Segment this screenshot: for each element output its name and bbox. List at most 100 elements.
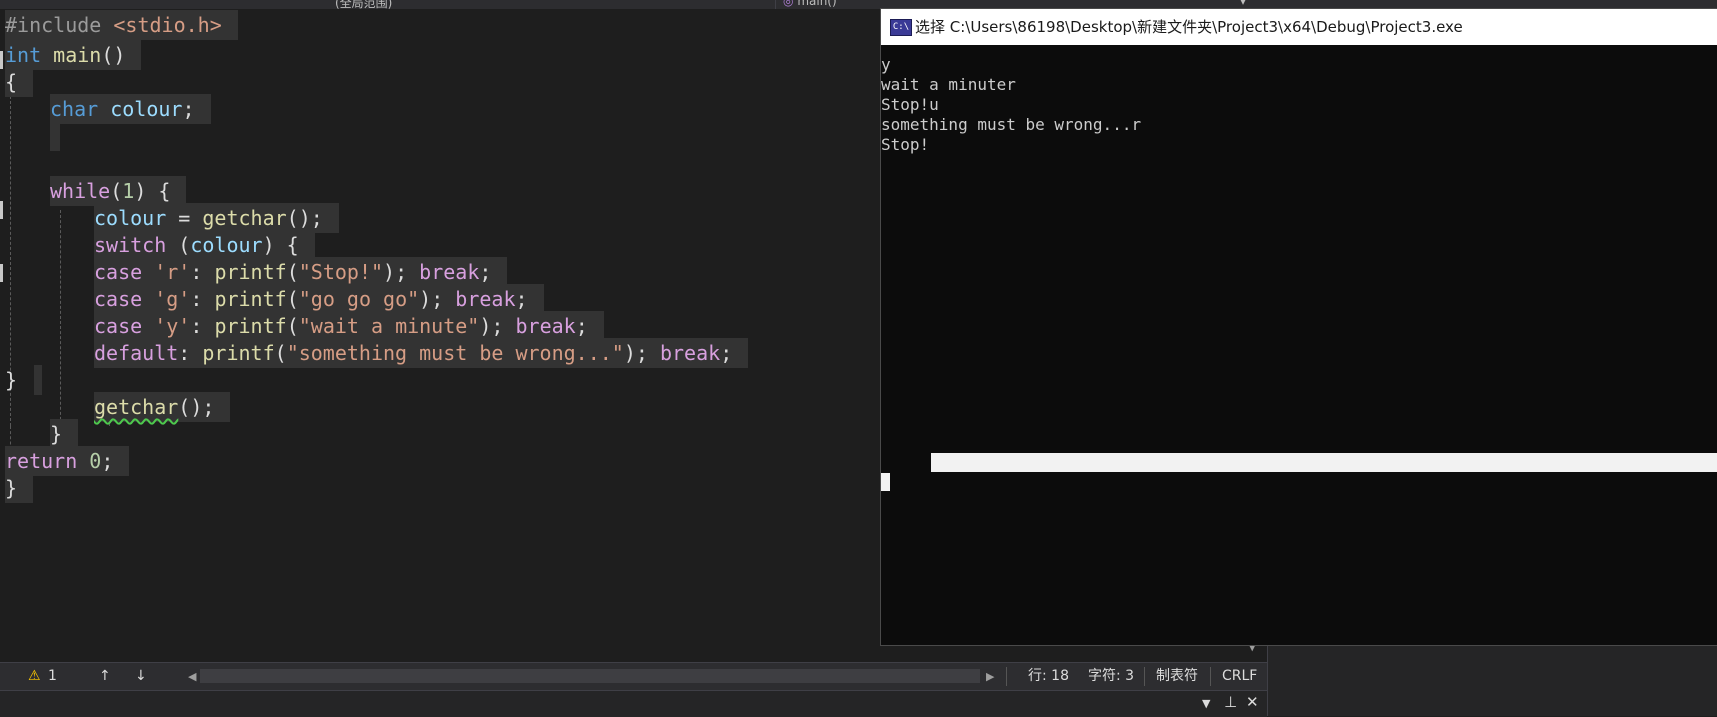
horizontal-scrollbar[interactable] [200, 669, 980, 683]
chevron-down-icon[interactable]: ▾ [1240, 0, 1246, 8]
code-token: ); [419, 287, 456, 311]
console-output-line: wait a minuter [881, 75, 1016, 94]
function-name: main [53, 43, 102, 67]
arrow-up-icon[interactable]: ↑ [99, 663, 111, 690]
code-token: : [190, 287, 215, 311]
keyword: return [5, 449, 78, 473]
code-token: = [166, 206, 203, 230]
console-title: 选择 C:\Users\86198\Desktop\新建文件夹\Project3… [915, 18, 1463, 36]
variable: colour [110, 97, 183, 121]
number-literal: 1 [122, 179, 135, 203]
console-title-bar[interactable]: C:\ 选择 C:\Users\86198\Desktop\新建文件夹\Proj… [881, 9, 1717, 45]
scope-dropdown[interactable]: (全局范围) [335, 0, 392, 9]
gutter-change-marker [0, 201, 3, 219]
code-token: ; [575, 314, 588, 338]
console-output-line: something must be wrong...r [881, 115, 1142, 134]
brace: } [50, 422, 63, 446]
code-line[interactable]: default: printf("something must be wrong… [94, 338, 749, 368]
warning-triangle-icon[interactable]: ⚠ [28, 663, 41, 690]
variable: colour [94, 206, 167, 230]
scroll-left-icon[interactable]: ◀ [188, 663, 196, 690]
number-literal: 0 [89, 449, 102, 473]
scroll-right-icon[interactable]: ▶ [986, 663, 994, 690]
keyword: while [50, 179, 111, 203]
keyword: case [94, 314, 143, 338]
keyword: break [419, 260, 480, 284]
pin-icon[interactable]: ⊥ [1224, 693, 1237, 711]
keyword: break [455, 287, 516, 311]
console-output[interactable]: y wait a minuter Stop!u something must b… [881, 45, 1717, 645]
arrow-down-icon[interactable]: ↓ [135, 663, 147, 690]
code-token: ( [286, 314, 299, 338]
code-line[interactable]: case 'g': printf("go go go"); break; [94, 284, 544, 314]
member-dropdown[interactable]: ◎ main() [783, 0, 837, 8]
include-header: <stdio.h> [113, 13, 222, 37]
code-line-blank[interactable] [50, 121, 60, 151]
code-token: ( [274, 341, 287, 365]
console-app-icon: C:\ [890, 19, 912, 36]
code-line[interactable]: getchar(); [94, 392, 231, 422]
function-name: printf [202, 341, 275, 365]
code-line[interactable]: } [50, 419, 79, 449]
code-token: : [178, 341, 203, 365]
code-token: ( [166, 233, 191, 257]
divider [1210, 667, 1211, 686]
keyword: case [94, 287, 143, 311]
function-name: getchar [202, 206, 287, 230]
code-line[interactable]: case 'y': printf("wait a minute"); break… [94, 311, 604, 341]
close-icon[interactable]: ✕ [1246, 693, 1259, 711]
console-output-line: Stop! [881, 135, 930, 154]
keyword: switch [94, 233, 167, 257]
chevron-down-icon[interactable]: ▼ [1202, 697, 1210, 710]
keyword: default [94, 341, 179, 365]
code-token: ); [383, 260, 420, 284]
code-line[interactable]: { [5, 67, 34, 97]
char-position[interactable]: 字符: 3 [1088, 663, 1134, 690]
code-token: (); [286, 206, 323, 230]
char-literal: 'y' [154, 314, 191, 338]
brace: } [5, 368, 18, 392]
keyword: char [50, 97, 99, 121]
code-line[interactable]: return 0; [5, 446, 130, 476]
member-dropdown-label: main() [797, 0, 837, 8]
keyword: case [94, 260, 143, 284]
console-output-line: y [881, 55, 891, 74]
divider [1144, 667, 1145, 686]
code-token: ( [110, 179, 123, 203]
code-token: ; [182, 97, 195, 121]
warning-count[interactable]: 1 [48, 663, 57, 690]
code-token: ; [101, 449, 114, 473]
code-line-blank[interactable] [34, 365, 42, 395]
console-output-line: Stop!u [881, 95, 939, 114]
string-literal: "wait a minute" [298, 314, 480, 338]
output-panel-header: ▼ ⊥ ✕ [0, 690, 1267, 717]
code-line[interactable]: int main() [5, 40, 142, 70]
editor-status-bar: ⚠ 1 ↑ ↓ ◀ ▶ 行: 18 字符: 3 制表符 CRLF [0, 662, 1267, 690]
code-line[interactable]: } [5, 365, 33, 395]
code-line[interactable]: while(1) { [50, 176, 187, 206]
line-ending[interactable]: CRLF [1222, 663, 1257, 690]
code-line[interactable]: char colour; [50, 94, 211, 124]
code-line[interactable]: switch (colour) { [94, 230, 315, 260]
code-line[interactable]: #include <stdio.h> [5, 10, 238, 40]
console-window[interactable]: C:\ 选择 C:\Users\86198\Desktop\新建文件夹\Proj… [880, 8, 1717, 646]
line-number[interactable]: 行: 18 [1028, 663, 1069, 690]
code-token: : [190, 314, 215, 338]
char-literal: 'r' [154, 260, 191, 284]
text-selection-highlight [931, 453, 1717, 472]
code-line[interactable]: colour = getchar(); [94, 203, 339, 233]
indent-guide [60, 210, 61, 435]
code-token: () [101, 43, 126, 67]
indent-mode[interactable]: 制表符 [1156, 663, 1198, 690]
keyword: break [515, 314, 576, 338]
gutter-change-marker [0, 264, 3, 282]
brace: { [5, 70, 18, 94]
code-line[interactable]: case 'r': printf("Stop!"); break; [94, 257, 508, 287]
code-token: ); [479, 314, 516, 338]
code-line[interactable]: } [5, 473, 34, 503]
code-token: ) { [134, 179, 171, 203]
